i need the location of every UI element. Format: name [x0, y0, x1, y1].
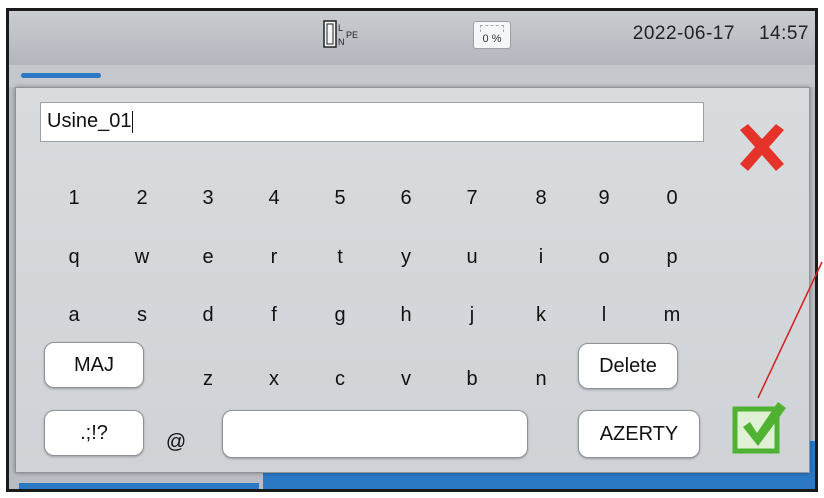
key-a[interactable]: a — [54, 300, 94, 330]
key-s[interactable]: s — [122, 300, 162, 330]
text-input-value: Usine_01 — [47, 110, 132, 132]
symbols-button[interactable]: .;!? — [44, 410, 144, 456]
key-p[interactable]: p — [652, 242, 692, 272]
key-i[interactable]: i — [521, 242, 561, 272]
key-f[interactable]: f — [254, 300, 294, 330]
key-w[interactable]: w — [122, 242, 162, 272]
key-b[interactable]: b — [452, 364, 492, 394]
background-bottom-bar-left — [19, 483, 259, 489]
key-e[interactable]: e — [188, 242, 228, 272]
key-u[interactable]: u — [452, 242, 492, 272]
key-j[interactable]: j — [452, 300, 492, 330]
terminal-l-n-pe-icon: L N PE — [323, 20, 358, 48]
date-time: 2022-06-17 14:57 — [633, 23, 809, 45]
key-m[interactable]: m — [652, 300, 692, 330]
key-q[interactable]: q — [54, 242, 94, 272]
status-bar: L N PE 0 % 2022-06-17 14:57 — [9, 11, 815, 65]
key-g[interactable]: g — [320, 300, 360, 330]
key-7[interactable]: 7 — [452, 183, 492, 213]
key-o[interactable]: o — [584, 242, 624, 272]
key-4[interactable]: 4 — [254, 183, 294, 213]
key-9[interactable]: 9 — [584, 183, 624, 213]
key-at[interactable]: @ — [156, 427, 196, 457]
key-3[interactable]: 3 — [188, 183, 228, 213]
shift-button[interactable]: MAJ — [44, 342, 144, 388]
keyboard-dialog: Usine_01 1 2 3 4 5 6 7 8 9 0 q w e r t y… — [15, 87, 810, 473]
background-tab-strip — [9, 65, 815, 87]
confirm-check-icon[interactable] — [730, 398, 788, 456]
status-date: 2022-06-17 — [632, 23, 735, 44]
key-d[interactable]: d — [188, 300, 228, 330]
key-k[interactable]: k — [521, 300, 561, 330]
background-bottom-bar — [263, 471, 815, 489]
key-8[interactable]: 8 — [521, 183, 561, 213]
key-v[interactable]: v — [386, 364, 426, 394]
terminal-n-label: N — [338, 37, 345, 47]
delete-button[interactable]: Delete — [578, 343, 678, 389]
key-0[interactable]: 0 — [652, 183, 692, 213]
key-c[interactable]: c — [320, 364, 360, 394]
key-t[interactable]: t — [320, 242, 360, 272]
cancel-x-icon[interactable] — [734, 120, 790, 176]
battery-icon: 0 % — [473, 21, 511, 49]
key-2[interactable]: 2 — [122, 183, 162, 213]
key-y[interactable]: y — [386, 242, 426, 272]
device-screen: L N PE 0 % 2022-06-17 14:57 Usine_01 1 2 … — [6, 8, 818, 492]
text-input[interactable]: Usine_01 — [40, 102, 704, 142]
background-active-tab-indicator — [21, 73, 101, 78]
terminal-pe-label: PE — [346, 30, 358, 40]
key-5[interactable]: 5 — [320, 183, 360, 213]
battery-percent: 0 % — [482, 33, 502, 45]
text-cursor — [131, 110, 133, 133]
key-l[interactable]: l — [584, 300, 624, 330]
layout-toggle-button[interactable]: AZERTY — [578, 410, 700, 458]
key-1[interactable]: 1 — [54, 183, 94, 213]
space-bar[interactable] — [222, 410, 528, 458]
key-6[interactable]: 6 — [386, 183, 426, 213]
key-h[interactable]: h — [386, 300, 426, 330]
status-time: 14:57 — [758, 23, 809, 44]
key-n[interactable]: n — [521, 364, 561, 394]
key-z[interactable]: z — [188, 364, 228, 394]
terminal-l-label: L — [338, 23, 343, 33]
key-r[interactable]: r — [254, 242, 294, 272]
key-x[interactable]: x — [254, 364, 294, 394]
